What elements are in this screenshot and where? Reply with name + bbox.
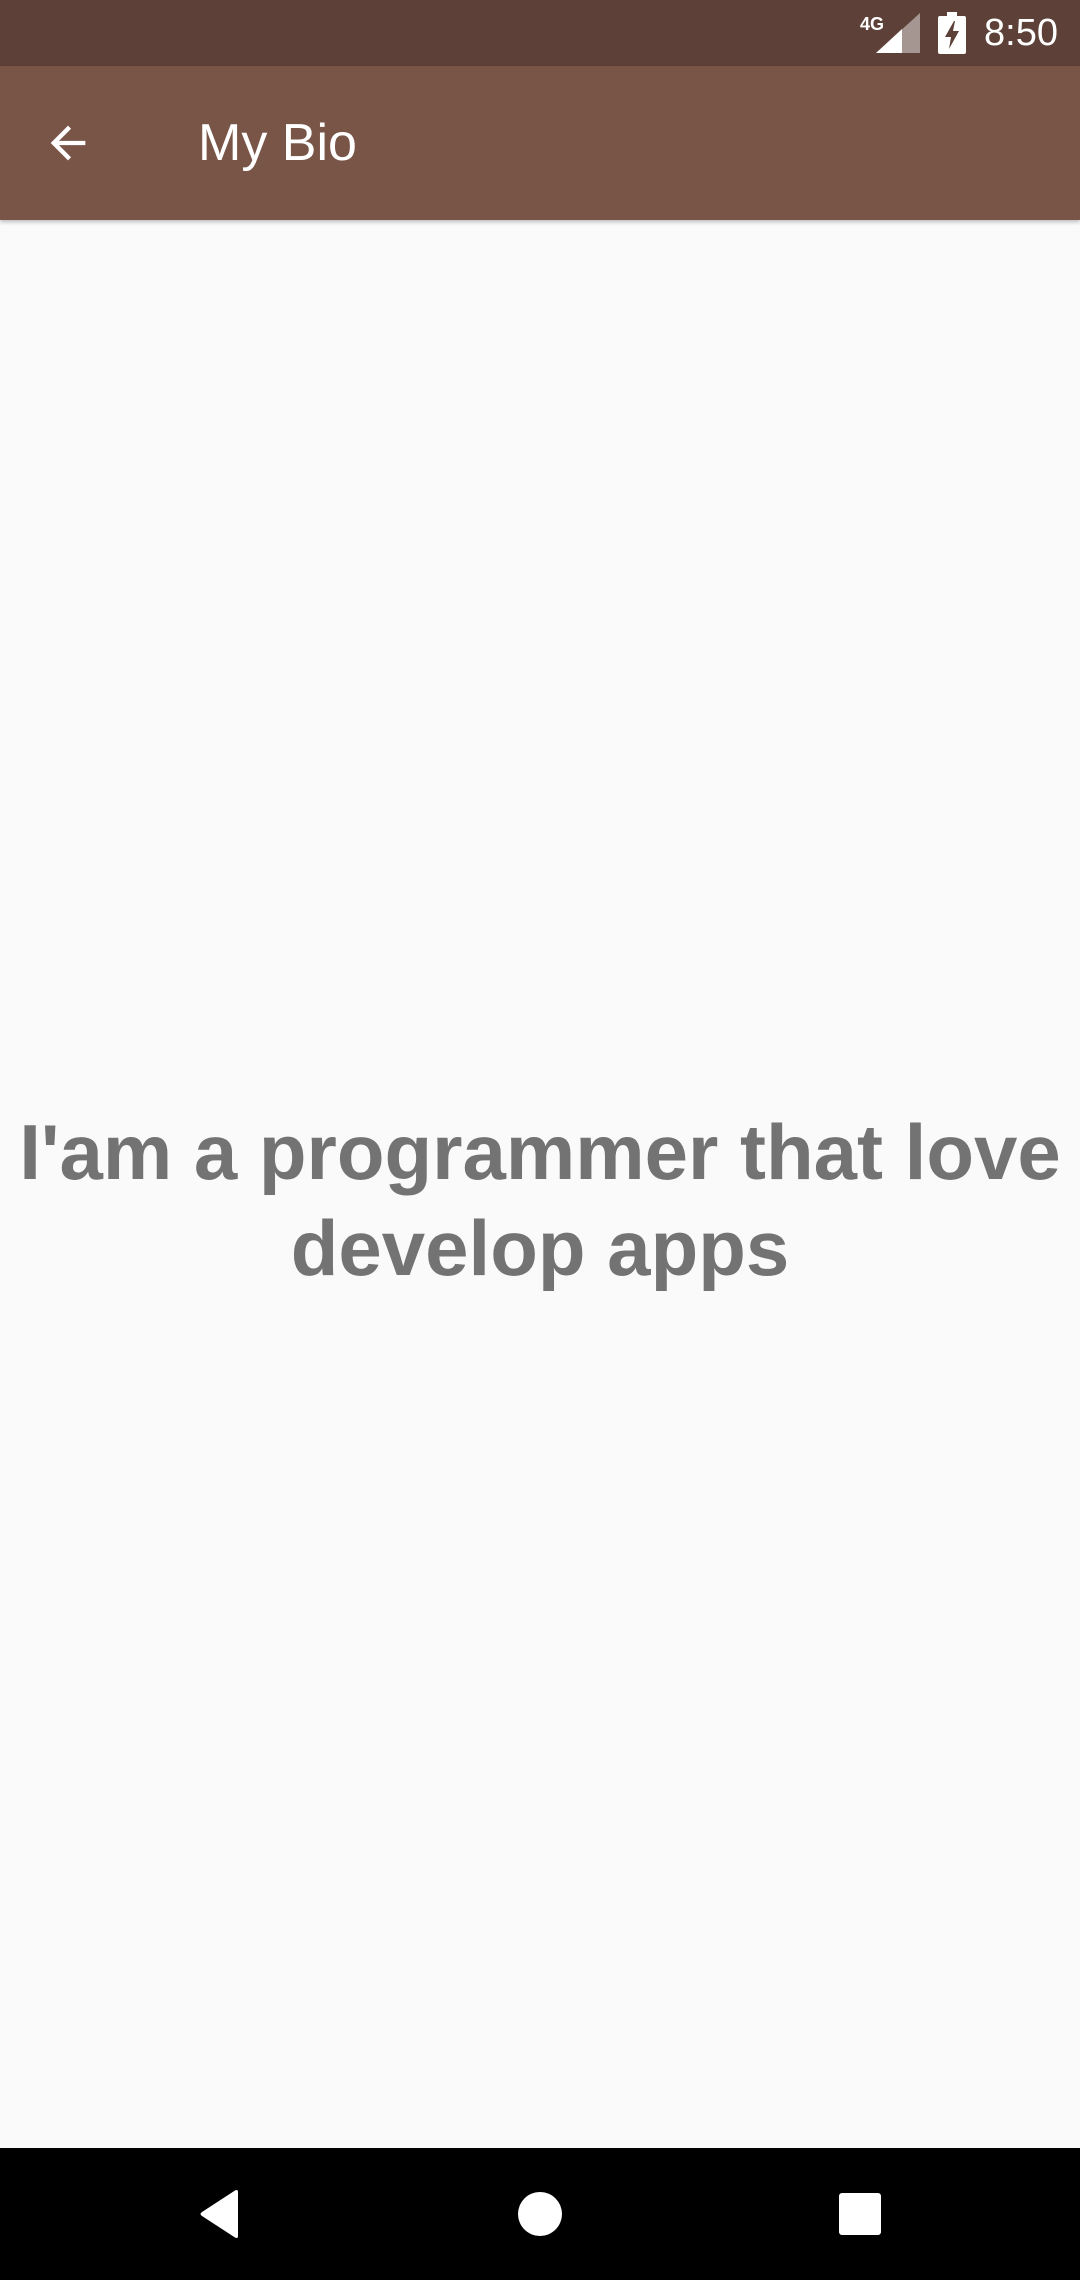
bio-text: I'am a programmer that love develop apps [19, 1108, 1061, 1292]
arrow-left-icon [50, 125, 86, 161]
nav-back-icon [200, 2190, 238, 2238]
status-icons: 4G 8:50 [860, 0, 1058, 66]
signal-icon [876, 13, 921, 53]
app-bar: My Bio [0, 66, 1080, 220]
battery-charging-icon [938, 12, 967, 54]
main-content: I'am a programmer that love develop apps [0, 220, 1080, 2148]
nav-home-icon [518, 2192, 562, 2236]
navigation-bar [0, 2148, 1080, 2280]
screen: 4G 8:50 My Bio I'am a programmer that lo… [0, 0, 1080, 2280]
page-title: My Bio [198, 114, 357, 172]
nav-recents-button[interactable] [820, 2174, 900, 2254]
nav-back-button[interactable] [180, 2174, 260, 2254]
nav-home-button[interactable] [500, 2174, 580, 2254]
back-button[interactable] [26, 101, 110, 185]
nav-recents-icon [839, 2193, 881, 2235]
status-bar: 4G 8:50 [0, 0, 1080, 66]
status-clock: 8:50 [984, 11, 1058, 54]
